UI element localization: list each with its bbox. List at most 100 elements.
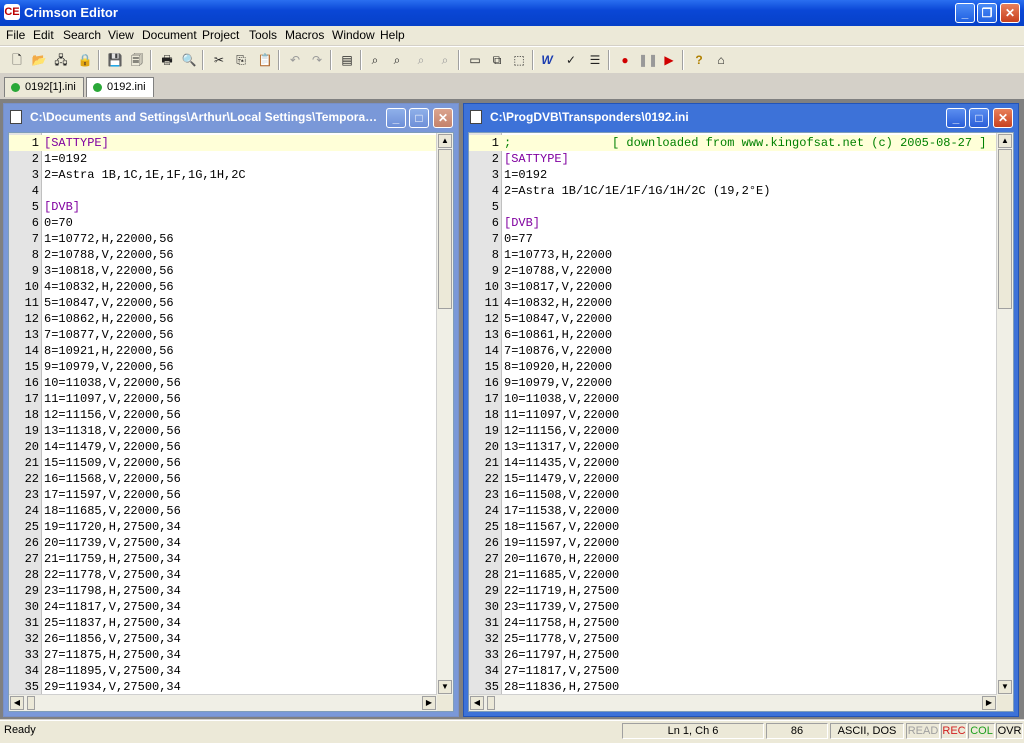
title-bar[interactable]: CE Crimson Editor _ ❐ ✕ (0, 0, 1024, 26)
line-text[interactable]: 22=11719,H,27500 (504, 583, 619, 599)
text-line[interactable]: 31 25=11837,H,27500,34 (9, 615, 437, 631)
close-button[interactable]: ✕ (1000, 3, 1020, 23)
text-line[interactable]: 13 6=10861,H,22000 (469, 327, 997, 343)
text-line[interactable]: 15 8=10920,H,22000 (469, 359, 997, 375)
text-line[interactable]: 5 [DVB] (9, 199, 437, 215)
lock-icon[interactable]: 🔒 (76, 51, 94, 69)
line-text[interactable]: 8=10921,H,22000,56 (44, 343, 174, 359)
right-editor[interactable]: 1 ; [ downloaded from www.kingofsat.net (… (468, 132, 1014, 712)
save-icon[interactable]: 💾 (106, 51, 124, 69)
text-line[interactable]: 18 11=11097,V,22000 (469, 407, 997, 423)
text-line[interactable]: 4 (9, 183, 437, 199)
menu-project[interactable]: Project (202, 28, 239, 42)
line-text[interactable]: 16=11508,V,22000 (504, 487, 619, 503)
line-text[interactable]: 2=Astra 1B,1C,1E,1F,1G,1H,2C (44, 167, 246, 183)
text-line[interactable]: 3 1=0192 (469, 167, 997, 183)
line-text[interactable]: 3=10818,V,22000,56 (44, 263, 174, 279)
line-text[interactable]: 18=11567,V,22000 (504, 519, 619, 535)
text-line[interactable]: 14 7=10876,V,22000 (469, 343, 997, 359)
text-line[interactable]: 33 26=11797,H,27500 (469, 647, 997, 663)
text-line[interactable]: 33 27=11875,H,27500,34 (9, 647, 437, 663)
line-text[interactable]: 21=11759,H,27500,34 (44, 551, 181, 567)
line-numbers-icon[interactable]: ☰ (586, 51, 604, 69)
text-line[interactable]: 16 10=11038,V,22000,56 (9, 375, 437, 391)
print-icon[interactable]: 🖶 (158, 51, 176, 69)
menu-macros[interactable]: Macros (285, 28, 324, 42)
text-line[interactable]: 32 25=11778,V,27500 (469, 631, 997, 647)
text-line[interactable]: 32 26=11856,V,27500,34 (9, 631, 437, 647)
pause-macro-icon[interactable]: ❚❚ (638, 51, 658, 69)
line-text[interactable]: 5=10847,V,22000,56 (44, 295, 174, 311)
line-text[interactable]: 4=10832,H,22000 (504, 295, 612, 311)
right-document-window[interactable]: C:\ProgDVB\Transponders\0192.ini _ □ ✕ 1… (463, 103, 1019, 717)
line-text[interactable]: 25=11778,V,27500 (504, 631, 619, 647)
scroll-up-icon[interactable]: ▲ (438, 134, 452, 148)
line-text[interactable]: 1=10772,H,22000,56 (44, 231, 174, 247)
line-text[interactable]: 2=Astra 1B/1C/1E/1F/1G/1H/2C (19,2°E) (504, 183, 770, 199)
help-icon[interactable]: ? (690, 51, 708, 69)
text-line[interactable]: 16 9=10979,V,22000 (469, 375, 997, 391)
text-line[interactable]: 10 4=10832,H,22000,56 (9, 279, 437, 295)
line-text[interactable]: 11=11097,V,22000 (504, 407, 619, 423)
tile-windows-icon[interactable]: ⧉ (488, 51, 506, 69)
text-line[interactable]: 11 5=10847,V,22000,56 (9, 295, 437, 311)
line-text[interactable]: 3=10817,V,22000 (504, 279, 612, 295)
text-line[interactable]: 18 12=11156,V,22000,56 (9, 407, 437, 423)
line-text[interactable]: 11=11097,V,22000,56 (44, 391, 181, 407)
line-text[interactable]: 24=11758,H,27500 (504, 615, 619, 631)
line-text[interactable]: 9=10979,V,22000 (504, 375, 612, 391)
text-line[interactable]: 21 14=11435,V,22000 (469, 455, 997, 471)
line-text[interactable]: 19=11720,H,27500,34 (44, 519, 181, 535)
tab-0192-1-ini[interactable]: 0192[1].ini (4, 77, 84, 97)
text-line[interactable]: 12 5=10847,V,22000 (469, 311, 997, 327)
text-line[interactable]: 26 19=11597,V,22000 (469, 535, 997, 551)
text-line[interactable]: 27 21=11759,H,27500,34 (9, 551, 437, 567)
scroll-left-icon[interactable]: ◀ (10, 696, 24, 710)
open-file-icon[interactable]: 📂 (30, 51, 48, 69)
left-maximize-button[interactable]: □ (409, 108, 429, 128)
left-minimize-button[interactable]: _ (386, 108, 406, 128)
left-window-titlebar[interactable]: C:\Documents and Settings\Arthur\Local S… (4, 104, 458, 130)
toggle-view-icon[interactable]: ▤ (338, 51, 356, 69)
right-minimize-button[interactable]: _ (946, 108, 966, 128)
text-line[interactable]: 26 20=11739,V,27500,34 (9, 535, 437, 551)
scroll-thumb[interactable] (487, 696, 495, 710)
tab-0192-ini[interactable]: 0192.ini (86, 77, 154, 97)
record-macro-icon[interactable]: ● (616, 51, 634, 69)
line-text[interactable]: 1=0192 (504, 167, 547, 183)
cut-icon[interactable]: ✂ (210, 51, 228, 69)
line-text[interactable]: 0=77 (504, 231, 533, 247)
text-line[interactable]: 19 12=11156,V,22000 (469, 423, 997, 439)
text-line[interactable]: 25 18=11567,V,22000 (469, 519, 997, 535)
line-text[interactable]: 12=11156,V,22000 (504, 423, 619, 439)
text-line[interactable]: 10 3=10817,V,22000 (469, 279, 997, 295)
menu-tools[interactable]: Tools (249, 28, 277, 42)
left-text-lines[interactable]: 1 [SATTYPE] 2 1=0192 3 2=Astra 1B,1C,1E,1F,1G… (9, 135, 437, 695)
line-text[interactable]: 22=11778,V,27500,34 (44, 567, 181, 583)
line-text[interactable]: 28=11895,V,27500,34 (44, 663, 181, 679)
line-text[interactable]: 10=11038,V,22000,56 (44, 375, 181, 391)
line-text[interactable]: 28=11836,H,27500 (504, 679, 619, 695)
line-text[interactable]: 21=11685,V,22000 (504, 567, 619, 583)
paste-icon[interactable]: 📋 (256, 51, 274, 69)
text-line[interactable]: 25 19=11720,H,27500,34 (9, 519, 437, 535)
new-file-icon[interactable]: 🗋 (8, 51, 26, 69)
text-line[interactable]: 28 21=11685,V,22000 (469, 567, 997, 583)
text-line[interactable]: 28 22=11778,V,27500,34 (9, 567, 437, 583)
text-line[interactable]: 24 18=11685,V,22000,56 (9, 503, 437, 519)
line-text[interactable]: 27=11875,H,27500,34 (44, 647, 181, 663)
right-close-button[interactable]: ✕ (993, 108, 1013, 128)
scroll-left-icon[interactable]: ◀ (470, 696, 484, 710)
scroll-thumb[interactable] (438, 149, 452, 309)
right-vertical-scrollbar[interactable]: ▲ ▼ (996, 133, 1013, 695)
text-line[interactable]: 2 [SATTYPE] (469, 151, 997, 167)
line-text[interactable]: 15=11479,V,22000 (504, 471, 619, 487)
text-line[interactable]: 22 16=11568,V,22000,56 (9, 471, 437, 487)
app-icon[interactable]: CE (4, 4, 20, 20)
line-text[interactable]: 20=11670,H,22000 (504, 551, 619, 567)
menu-view[interactable]: View (108, 28, 134, 42)
text-line[interactable]: 4 2=Astra 1B/1C/1E/1F/1G/1H/2C (19,2°E) (469, 183, 997, 199)
word-wrap-icon[interactable]: W (538, 51, 556, 69)
right-horizontal-scrollbar[interactable]: ◀ ▶ (469, 694, 997, 711)
line-text[interactable]: [DVB] (44, 199, 80, 215)
